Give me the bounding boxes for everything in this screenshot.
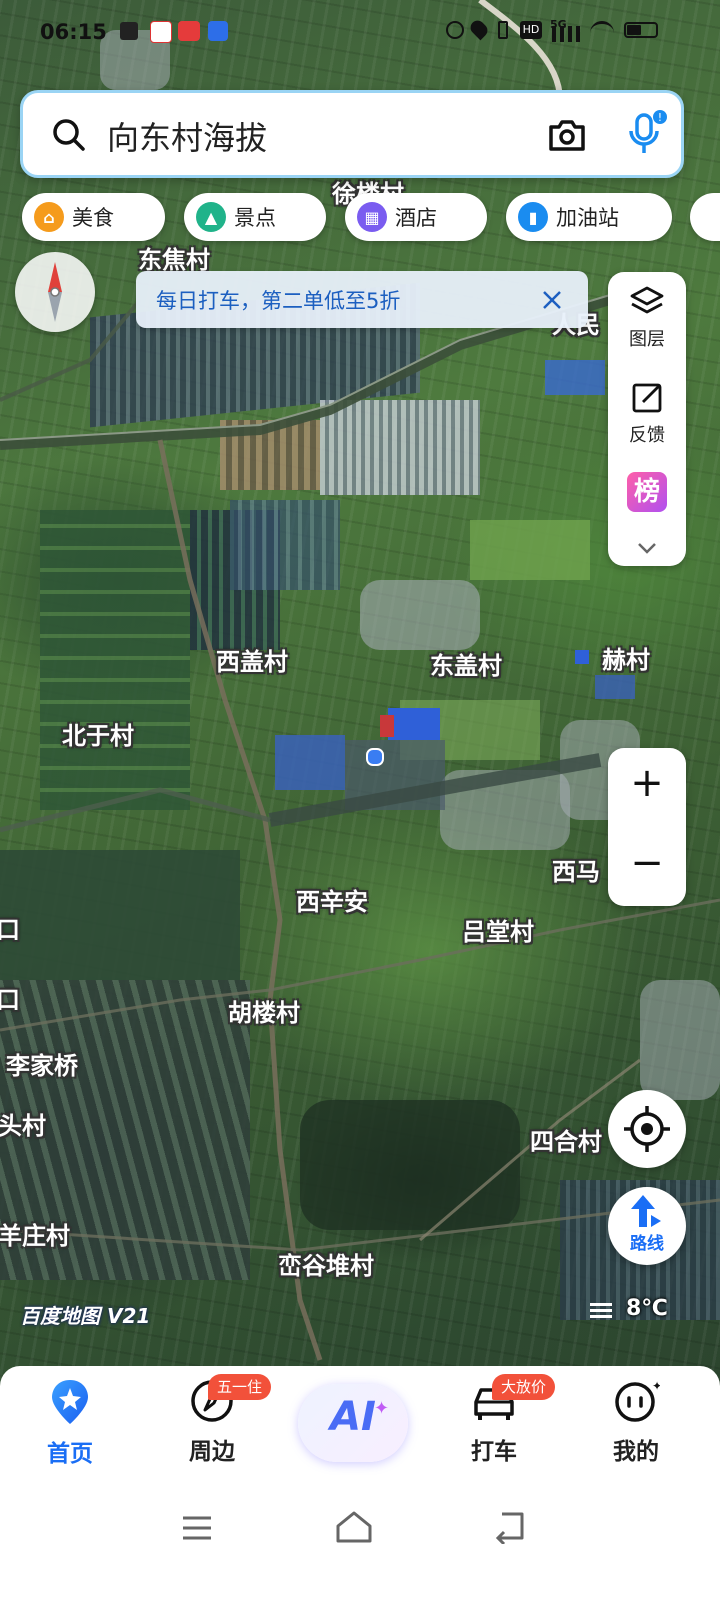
vibrate-icon <box>498 21 508 39</box>
compass-button[interactable] <box>15 252 95 332</box>
location-icon <box>467 17 491 41</box>
hotel-icon: ▦ <box>357 202 387 232</box>
map-app-icon <box>150 21 172 43</box>
ranking-label: 榜 <box>633 477 660 507</box>
ranking-icon: 榜 <box>627 472 667 512</box>
feedback-icon <box>632 383 662 413</box>
status-bar: 06:15 HD 5G <box>0 17 720 50</box>
map-label[interactable]: 羊庄村 <box>0 1216 70 1251</box>
layers-button[interactable]: 图层 <box>608 284 686 351</box>
nearby-badge: 五一住 <box>208 1374 272 1400</box>
map-label[interactable]: 东盖村 <box>430 646 502 681</box>
zoom-out-button[interactable]: − <box>608 840 686 886</box>
feedback-button[interactable]: 反馈 <box>608 380 686 447</box>
ranking-button[interactable]: 榜 <box>608 472 686 512</box>
map-label[interactable]: 峦谷堆村 <box>278 1246 374 1281</box>
map-label[interactable]: 四合村 <box>530 1122 602 1157</box>
compass-icon <box>48 262 62 322</box>
search-bar[interactable]: 向东村海拔 ! <box>20 90 684 178</box>
alarm-icon <box>446 21 464 39</box>
chip-label: 酒店 <box>395 206 437 230</box>
map-label[interactable]: 口 <box>0 980 20 1015</box>
chip-label: 美食 <box>72 206 114 230</box>
baidu-app-icon <box>208 21 228 41</box>
layers-label: 图层 <box>629 329 665 350</box>
category-chip-scenic[interactable]: ▲ 景点 <box>184 193 326 241</box>
nav-label: 我的 <box>613 1439 659 1465</box>
search-query[interactable]: 向东村海拔 <box>107 113 267 159</box>
menu-icon[interactable] <box>180 1514 214 1542</box>
wifi-icon <box>590 21 614 39</box>
weather-widget[interactable]: 8℃ <box>590 1296 680 1326</box>
map-label[interactable]: 胡楼村 <box>228 993 300 1028</box>
news-app-icon <box>178 21 200 41</box>
list-icon <box>590 1302 612 1318</box>
nav-label: 首页 <box>47 1441 93 1467</box>
route-button[interactable]: 路线 <box>608 1187 686 1265</box>
home-icon[interactable] <box>334 1510 374 1544</box>
map-label[interactable]: 头村 <box>0 1106 46 1141</box>
category-chip-food[interactable]: ⌂ 美食 <box>22 193 165 241</box>
locate-button[interactable] <box>608 1090 686 1168</box>
promo-text: 每日打车，第二单低至5折 <box>156 288 401 313</box>
layers-icon <box>630 286 664 314</box>
chip-label: 景点 <box>234 206 276 230</box>
battery-icon <box>624 22 658 38</box>
map-label[interactable]: 西马 <box>552 852 600 887</box>
promo-banner[interactable]: 每日打车，第二单低至5折 <box>136 271 588 328</box>
weather-temperature: 8℃ <box>626 1296 668 1321</box>
nav-home[interactable]: 首页 <box>20 1378 120 1468</box>
map-label[interactable]: 北于村 <box>62 716 134 751</box>
map-label[interactable]: 赫村 <box>602 640 650 675</box>
nav-profile[interactable]: ✦ 我的 <box>586 1378 686 1466</box>
home-location-icon <box>52 1380 88 1424</box>
nav-label: 周边 <box>189 1439 235 1465</box>
scenic-icon: ▲ <box>196 202 226 232</box>
camera-icon[interactable] <box>547 117 587 153</box>
nav-label: 打车 <box>471 1439 517 1465</box>
crosshair-icon <box>624 1106 670 1152</box>
map-label[interactable]: 东焦村 <box>138 240 210 275</box>
map-label[interactable]: 西盖村 <box>216 642 288 677</box>
svg-text:!: ! <box>658 111 662 124</box>
hd-icon: HD <box>520 21 542 39</box>
nav-ai[interactable]: AI ✦ <box>298 1384 408 1462</box>
system-nav-bar <box>0 1486 720 1600</box>
map-label[interactable]: 吕堂村 <box>462 912 534 947</box>
chip-label: 加油站 <box>556 206 619 230</box>
route-label: 路线 <box>630 1234 664 1254</box>
status-time: 06:15 <box>40 20 107 44</box>
microphone-icon[interactable]: ! <box>625 109 669 157</box>
back-icon[interactable] <box>492 1510 532 1544</box>
map-label[interactable]: 李家桥 <box>6 1046 78 1081</box>
close-icon[interactable] <box>540 288 564 312</box>
sparkle-icon: ✦ <box>374 1398 390 1419</box>
zoom-in-button[interactable]: + <box>608 760 686 806</box>
taxi-badge: 大放价 <box>492 1374 556 1400</box>
search-icon <box>53 119 85 151</box>
svg-text:✦: ✦ <box>652 1379 660 1393</box>
category-chip-gas-station[interactable]: ▮ 加油站 <box>506 193 672 241</box>
zoom-control: + − <box>608 748 686 906</box>
current-location-dot <box>366 748 384 766</box>
ai-icon: AI <box>330 1394 376 1440</box>
route-arrow-icon <box>631 1195 661 1227</box>
food-icon: ⌂ <box>34 202 64 232</box>
chevron-down-icon[interactable] <box>635 540 659 556</box>
map-label[interactable]: 西辛安 <box>296 882 368 917</box>
map-label[interactable]: 口 <box>0 910 20 945</box>
gas-station-icon: ▮ <box>518 202 548 232</box>
category-chip-hotel[interactable]: ▦ 酒店 <box>345 193 487 241</box>
feedback-label: 反馈 <box>629 425 665 446</box>
signal-icon <box>552 26 582 42</box>
profile-face-icon: ✦ <box>615 1379 662 1422</box>
map-watermark: 百度地图 V21 <box>20 1304 151 1328</box>
map-tools-panel: 图层 反馈 榜 <box>608 272 686 566</box>
voicemail-icon <box>120 22 138 40</box>
